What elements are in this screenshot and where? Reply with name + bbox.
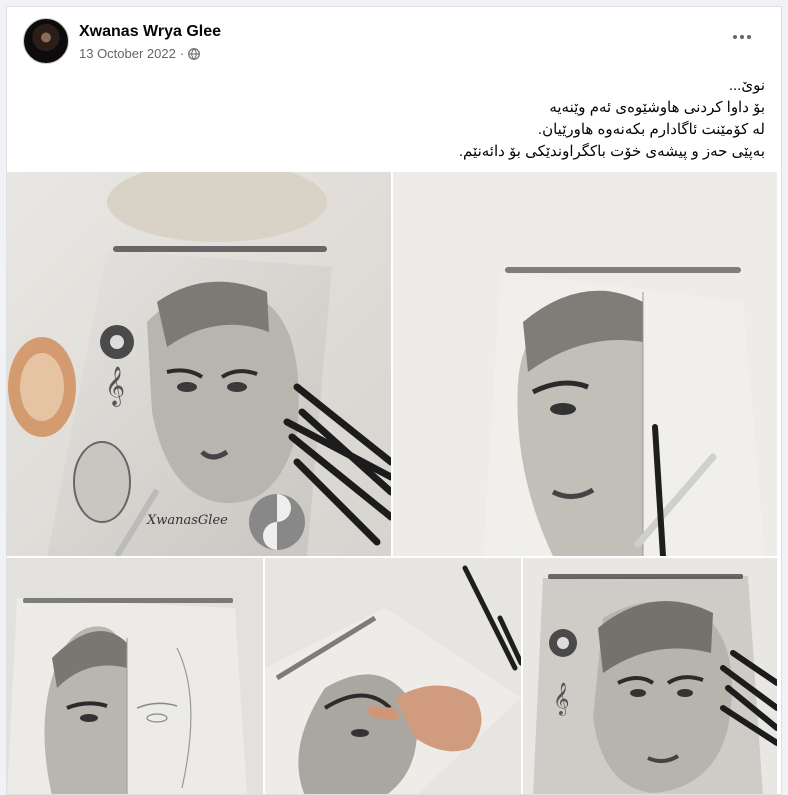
caption-line: بەپێی حەز و پیشەی خۆت باکگراوندێکی بۆ دا… xyxy=(458,143,765,160)
drawing-photo xyxy=(7,558,263,794)
author-name[interactable]: Xwanas Wrya Glee xyxy=(79,23,221,41)
post-date[interactable]: 13 October 2022 xyxy=(79,46,176,61)
caption-line: بۆ داوا کردنی هاوشێوەی ئەم وێنەیە xyxy=(549,99,765,116)
photo-5[interactable]: 𝄞 xyxy=(523,558,777,794)
author-avatar[interactable] xyxy=(23,18,69,64)
photo-4[interactable] xyxy=(265,558,521,794)
photo-3[interactable] xyxy=(7,558,263,794)
photo-grid: 𝄞 XwanasGlee 𝄞 xyxy=(7,172,781,794)
drawing-signature: XwanasGlee xyxy=(146,513,228,528)
caption-line: نوێ... xyxy=(728,77,765,94)
svg-text:𝄞: 𝄞 xyxy=(553,682,570,716)
drawing-photo: 𝄞 XwanasGlee xyxy=(7,172,391,556)
caption-line: لە کۆمێنت ئاگادارم بکەنەوە هاورێیان. xyxy=(537,121,765,138)
photo-1[interactable]: 𝄞 XwanasGlee xyxy=(7,172,391,556)
drawing-photo xyxy=(393,172,777,556)
drawing-photo xyxy=(265,558,521,794)
meta-separator: · xyxy=(179,46,185,61)
globe-icon[interactable] xyxy=(188,47,201,60)
post-caption: نوێ... بۆ داوا کردنی هاوشێوەی ئەم وێنەیە… xyxy=(65,75,765,163)
svg-text:𝄞: 𝄞 xyxy=(105,366,125,407)
post-meta: 13 October 2022 · xyxy=(79,46,201,61)
post-card: Xwanas Wrya Glee 13 October 2022 · نوێ..… xyxy=(6,6,782,795)
more-options-icon xyxy=(733,35,737,39)
more-options-button[interactable] xyxy=(727,27,757,47)
photo-2[interactable] xyxy=(393,172,777,556)
drawing-photo: 𝄞 xyxy=(523,558,777,794)
